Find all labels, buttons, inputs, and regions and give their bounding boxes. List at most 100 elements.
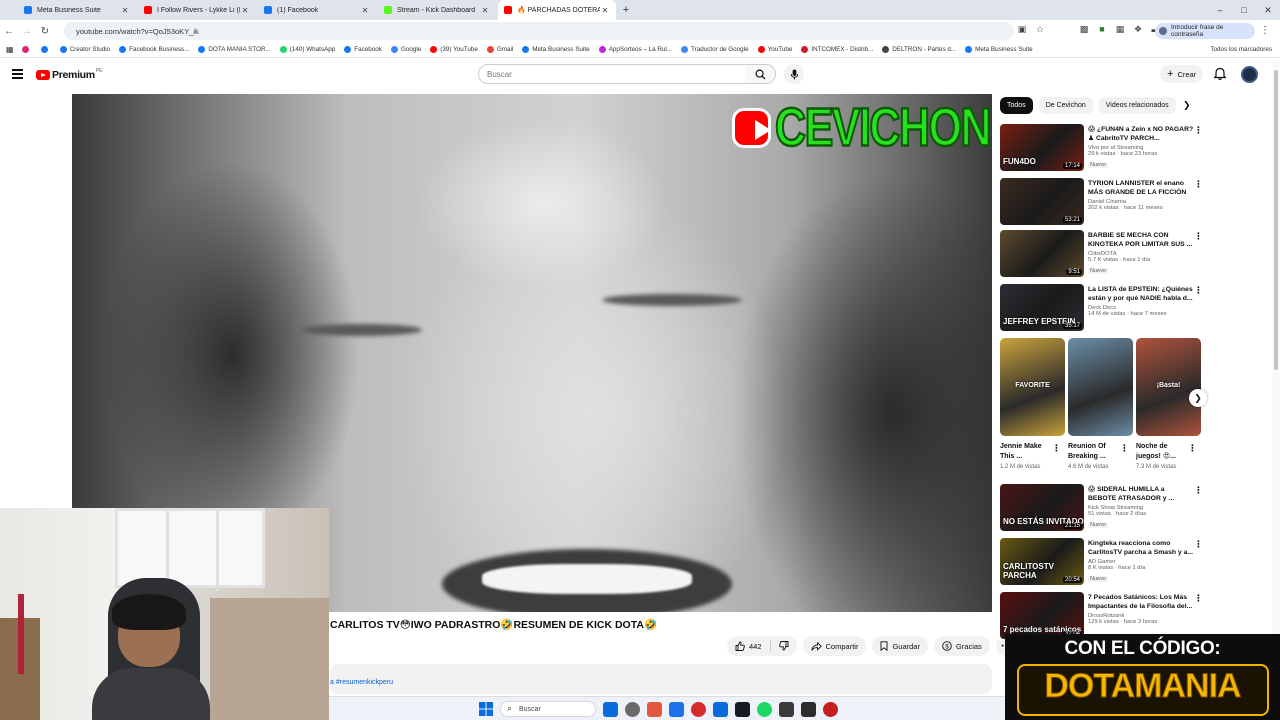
bookmark-item[interactable]: Creator Studio [59,46,110,53]
short-title[interactable]: Noche de juegos! 😍... [1136,442,1188,462]
bookmark-item[interactable]: Traductor de Google [681,46,749,53]
short-thumbnail[interactable] [1068,338,1133,436]
taskbar-app-icon[interactable] [801,701,816,717]
create-button[interactable]: + Crear [1160,65,1204,83]
account-avatar[interactable] [1241,66,1258,83]
filter-chip[interactable]: Todos [1000,97,1033,114]
search-button[interactable] [745,64,776,84]
tab-close-icon[interactable]: ✕ [480,6,490,15]
video-title[interactable]: TYRION LANNISTER el enano MÁS GRANDE DE … [1088,179,1194,197]
video-thumbnail[interactable]: JEFFREY EPSTEIN 35:17 [1000,284,1084,331]
short-thumbnail[interactable]: ¡Basta! [1136,338,1201,436]
hashtag-link[interactable]: #resumenkickperu [336,679,393,686]
recommended-video[interactable]: FUN4DO 17:14 😱 ¿FUN4N a Zein x NO PAGAR? ♟… [1000,124,1205,172]
close-window-button[interactable]: ✕ [1256,5,1280,16]
back-icon[interactable]: ← [0,26,18,37]
extension-icon-4[interactable]: ▦ [1113,22,1127,36]
url-field[interactable]: youtube.com/watch?v=QoJ53oKY_ik [64,22,1014,40]
short-item[interactable]: Reunion Of Breaking ... 4.6 M de vistas ⋮ [1068,338,1133,470]
recommended-video[interactable]: JEFFREY EPSTEIN 35:17 La LISTA de EPSTEIN:… [1000,284,1205,332]
recommended-video[interactable]: 53:21 TYRION LANNISTER el enano MÁS GRAND… [1000,178,1205,226]
recommended-video[interactable]: 7 pecados satánicos32:047 Pecados Satáni… [1000,592,1205,640]
video-menu-icon[interactable]: ⋮ [1194,593,1203,604]
video-thumbnail[interactable]: 53:21 [1000,178,1084,225]
taskbar-app-icon[interactable] [757,701,772,717]
like-button[interactable]: 442 [727,636,770,656]
tab-close-icon[interactable]: ✕ [120,6,130,15]
forward-icon[interactable]: → [18,26,36,37]
chips-next-arrow-icon[interactable]: ❯ [1183,100,1191,111]
reload-icon[interactable]: ↻ [36,26,54,37]
notifications-bell-icon[interactable] [1213,67,1227,81]
bookmark-item[interactable]: DOTA MANIA STOR... [198,46,271,53]
bookmark-item[interactable] [40,46,51,53]
share-button[interactable]: Compartir [802,636,867,656]
windows-start-icon[interactable] [479,702,493,716]
voice-search-button[interactable] [784,64,804,84]
install-icon[interactable]: ▣ [1015,22,1029,36]
video-title[interactable]: 7 Pecados Satánicos: Los Más Impactantes… [1088,593,1194,611]
taskbar-app-icon[interactable] [735,701,750,717]
youtube-premium-logo[interactable]: Premium PE [36,68,103,81]
filter-chip[interactable]: Videos relacionados [1098,97,1176,114]
tab-close-icon[interactable]: ✕ [600,6,610,15]
tab-close-icon[interactable]: ✕ [240,6,250,15]
bookmark-item[interactable]: Facebook [344,46,382,53]
browser-tab[interactable]: 🔥 PARCHADAS DOTERAS 🔥✕ [498,0,616,20]
bookmark-star-icon[interactable]: ☆ [1033,22,1047,36]
video-thumbnail[interactable]: NO ESTÁS INVITADO 21:15 [1000,484,1084,531]
taskbar-app-icon[interactable] [779,701,794,717]
browser-menu-icon[interactable]: ⋮ [1256,25,1274,36]
video-thumbnail[interactable]: 7 pecados satánicos32:04 [1000,592,1084,639]
bookmark-item[interactable]: (140) WhatsApp [279,46,335,53]
bookmark-item[interactable]: INTCOMEX - Distrib... [801,46,873,53]
bookmark-item[interactable]: Gmail [486,46,513,53]
tab-close-icon[interactable]: ✕ [360,6,370,15]
video-title[interactable]: Kingteka reacciona como CarlitosTV parch… [1088,539,1194,557]
shorts-next-arrow-icon[interactable]: ❯ [1189,389,1207,407]
maximize-button[interactable]: □ [1232,5,1256,15]
video-menu-icon[interactable]: ⋮ [1194,285,1203,296]
bookmark-item[interactable]: YouTube [757,46,792,53]
bookmark-item[interactable] [21,46,32,53]
taskbar-app-icon[interactable] [713,701,728,717]
description-box[interactable] [330,664,992,694]
apps-grid-icon[interactable]: ▦ [6,45,14,54]
bookmark-item[interactable]: Google [390,46,421,53]
bookmark-item[interactable]: Meta Business Suite [522,46,590,53]
bookmark-item[interactable]: AppSorteos – La Rul... [598,46,672,53]
video-title[interactable]: BARBIE SE MECHA CON KINGTEKA POR LIMITAR… [1088,231,1194,249]
bookmark-item[interactable]: DELTRON - Partes d... [882,46,956,53]
browser-tab[interactable]: Meta Business Suite ✕ [18,0,136,20]
recommended-video[interactable]: 9:51 BARBIE SE MECHA CON KINGTEKA POR LIM… [1000,230,1205,278]
page-scrollbar[interactable] [1272,60,1280,660]
short-thumbnail[interactable]: FAVORITE [1000,338,1065,436]
taskbar-search[interactable]: Buscar [500,701,596,717]
taskbar-app-icon[interactable] [823,701,838,717]
video-title[interactable]: 😱 ¿FUN4N a Zein x NO PAGAR? ♟ CabritoTV … [1088,125,1194,143]
short-menu-icon[interactable]: ⋮ [1188,443,1197,454]
save-button[interactable]: Guardar [872,636,928,656]
taskbar-app-icon[interactable] [647,701,662,717]
extension-icon-1[interactable] [1051,22,1073,36]
bookmark-item[interactable]: Meta Business Suite [965,46,1033,53]
video-title[interactable]: La LISTA de EPSTEIN: ¿Quiénes están y po… [1088,285,1194,303]
scrollbar-thumb[interactable] [1274,70,1278,370]
new-tab-button[interactable]: + [618,0,634,20]
browser-tab[interactable]: (1) Facebook ✕ [258,0,376,20]
taskbar-app-icon[interactable] [691,701,706,717]
short-title[interactable]: Jennie Make This ... [1000,442,1052,462]
video-menu-icon[interactable]: ⋮ [1194,179,1203,190]
video-thumbnail[interactable]: FUN4DO 17:14 [1000,124,1084,171]
taskbar-app-icon[interactable] [603,701,618,717]
recommended-video[interactable]: NO ESTÁS INVITADO 21:15 😱 SIDERAL HUMILLA … [1000,484,1205,532]
all-bookmarks-link[interactable]: Todos los marcadores [1210,46,1272,53]
video-menu-icon[interactable]: ⋮ [1194,539,1203,550]
short-item[interactable]: FAVORITE Jennie Make This ... 1.2 M de vis… [1000,338,1065,470]
short-title[interactable]: Reunion Of Breaking ... [1068,442,1120,462]
extension-icon-2[interactable]: ▩ [1077,22,1091,36]
video-thumbnail[interactable]: 9:51 [1000,230,1084,277]
short-menu-icon[interactable]: ⋮ [1120,443,1129,454]
browser-tab[interactable]: Stream - Kick Dashboard ✕ [378,0,496,20]
search-input[interactable] [478,64,746,84]
